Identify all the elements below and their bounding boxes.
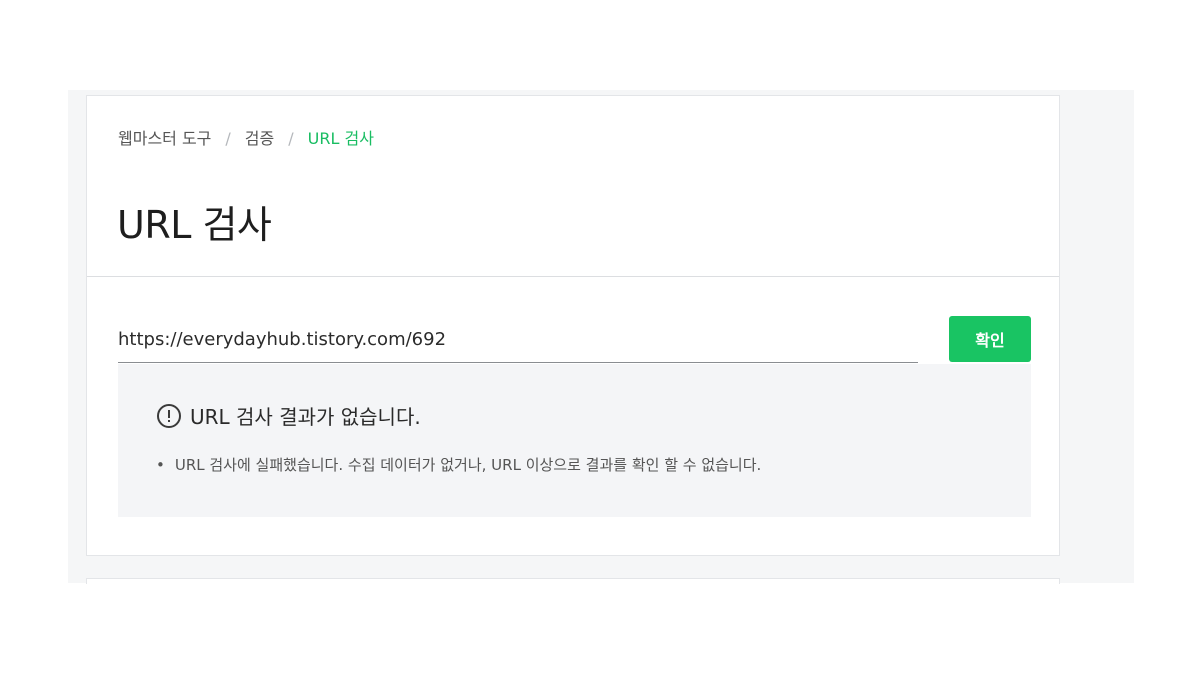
result-detail-item: URL 검사에 실패했습니다. 수집 데이터가 없거나, URL 이상으로 결과… bbox=[156, 454, 761, 475]
exclamation-circle-icon bbox=[156, 403, 182, 429]
url-inspection-card: 웹마스터 도구 / 검증 / URL 검사 URL 검사 확인 URL 검사 결과가 없… bbox=[86, 95, 1060, 556]
breadcrumb-item-verification[interactable]: 검증 bbox=[245, 129, 274, 148]
breadcrumb-separator: / bbox=[225, 129, 231, 148]
result-details: URL 검사에 실패했습니다. 수집 데이터가 없거나, URL 이상으로 결과… bbox=[156, 454, 761, 475]
confirm-button[interactable]: 확인 bbox=[949, 316, 1031, 362]
result-title-row: URL 검사 결과가 없습니다. bbox=[156, 401, 421, 430]
breadcrumb: 웹마스터 도구 / 검증 / URL 검사 bbox=[118, 125, 374, 149]
breadcrumb-item-webmaster-tools[interactable]: 웹마스터 도구 bbox=[118, 129, 211, 148]
page-title: URL 검사 bbox=[117, 203, 272, 247]
result-title: URL 검사 결과가 없습니다. bbox=[190, 405, 421, 429]
breadcrumb-current: URL 검사 bbox=[307, 129, 374, 148]
result-panel: URL 검사 결과가 없습니다. URL 검사에 실패했습니다. 수집 데이터가… bbox=[118, 364, 1031, 517]
breadcrumb-separator: / bbox=[288, 129, 294, 148]
url-input[interactable] bbox=[118, 317, 918, 363]
next-card-edge bbox=[86, 578, 1060, 584]
card-header: 웹마스터 도구 / 검증 / URL 검사 URL 검사 bbox=[87, 96, 1059, 277]
